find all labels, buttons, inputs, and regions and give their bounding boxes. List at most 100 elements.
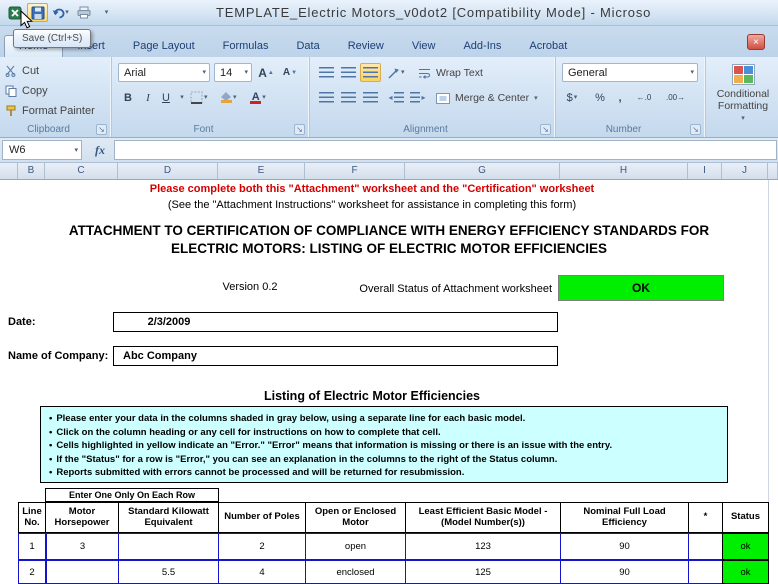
cell-asterisk[interactable] — [688, 533, 723, 560]
ribbon-tab-strip: Home Insert Page Layout Formulas Data Re… — [0, 26, 778, 57]
orientation-button[interactable]: ▾ — [386, 63, 407, 82]
close-icon[interactable]: × — [747, 34, 765, 50]
header-line-no[interactable]: Line No. — [18, 502, 46, 533]
merge-center-button[interactable]: Merge & Center ▾ — [436, 89, 538, 107]
tab-formulas[interactable]: Formulas — [209, 36, 283, 57]
header-asterisk[interactable]: * — [688, 502, 723, 533]
date-label: Date: — [8, 316, 36, 328]
format-painter-button[interactable]: Format Painter — [5, 102, 95, 120]
cell-kilowatt[interactable] — [118, 533, 219, 560]
clipboard-dialog-launcher-icon[interactable]: ↘ — [96, 124, 107, 135]
worksheet: Please complete both this "Attachment" w… — [0, 180, 778, 584]
tab-data[interactable]: Data — [282, 36, 333, 57]
tab-page-layout[interactable]: Page Layout — [119, 36, 209, 57]
header-nominal-efficiency[interactable]: Nominal Full Load Efficiency — [560, 502, 689, 533]
column-header-j[interactable]: J — [722, 163, 768, 179]
print-button[interactable] — [73, 3, 94, 22]
cell-model[interactable]: 123 — [405, 533, 561, 560]
alignment-dialog-launcher-icon[interactable]: ↘ — [540, 124, 551, 135]
cell-efficiency[interactable]: 90 — [560, 560, 689, 584]
wrap-text-button[interactable]: Wrap Text — [418, 64, 483, 82]
font-dialog-launcher-icon[interactable]: ↘ — [294, 124, 305, 135]
bold-button[interactable]: B — [118, 88, 138, 107]
middle-align-button[interactable] — [338, 63, 358, 82]
column-header-c[interactable]: C — [45, 163, 118, 179]
header-basic-model[interactable]: Least Efficient Basic Model - (Model Num… — [405, 502, 561, 533]
fill-color-icon — [220, 92, 232, 103]
table-group-header[interactable]: Enter One Only On Each Row — [45, 488, 219, 502]
top-align-button[interactable] — [316, 63, 336, 82]
cell-poles[interactable]: 4 — [218, 560, 306, 584]
cell-open-enclosed[interactable]: enclosed — [305, 560, 406, 584]
status-badge[interactable]: ok — [722, 560, 769, 584]
qat-customize-button[interactable]: ▾ — [96, 3, 117, 22]
number-format-select[interactable]: General▾ — [562, 63, 698, 82]
decrease-decimal-icon: .00→ — [666, 93, 685, 102]
borders-button[interactable]: ▾ — [188, 88, 210, 107]
cell-efficiency[interactable]: 90 — [560, 533, 689, 560]
accounting-format-button[interactable]: $▾ — [562, 88, 582, 107]
column-header-h[interactable]: H — [560, 163, 688, 179]
cell-horsepower[interactable]: 3 — [45, 533, 119, 560]
column-header-g[interactable]: G — [405, 163, 560, 179]
percent-style-button[interactable]: % — [590, 88, 610, 107]
shrink-font-button[interactable]: A▼ — [280, 63, 300, 82]
header-standard-kilowatt[interactable]: Standard Kilowatt Equivalent — [118, 502, 219, 533]
cell-horsepower[interactable] — [45, 560, 119, 584]
header-number-of-poles[interactable]: Number of Poles — [218, 502, 306, 533]
column-header-i[interactable]: I — [688, 163, 722, 179]
increase-decimal-button[interactable]: ←.0 — [634, 88, 654, 107]
align-right-button[interactable] — [360, 88, 380, 107]
window-title: TEMPLATE_Electric Motors_v0dot2 [Compati… — [216, 5, 778, 20]
decrease-indent-button[interactable]: ◂ — [386, 88, 406, 107]
column-header-e[interactable]: E — [218, 163, 305, 179]
overall-status-cell[interactable]: OK — [558, 275, 724, 301]
tab-view[interactable]: View — [398, 36, 450, 57]
font-group: Arial▾ 14▾ A▲ A▼ B I U ▾ ▾ ▾ — [112, 57, 310, 138]
cut-button[interactable]: Cut — [5, 62, 39, 80]
font-color-icon: A — [250, 92, 261, 104]
formula-input[interactable] — [114, 140, 777, 160]
font-size-select[interactable]: 14▾ — [214, 63, 252, 82]
number-dialog-launcher-icon[interactable]: ↘ — [690, 124, 701, 135]
column-header-d[interactable]: D — [118, 163, 218, 179]
undo-button[interactable]: ▾ — [50, 3, 71, 22]
fill-color-button[interactable]: ▾ — [218, 88, 239, 107]
cell-line-no[interactable]: 2 — [18, 560, 46, 584]
comma-style-button[interactable]: , — [610, 88, 630, 107]
status-badge[interactable]: ok — [722, 533, 769, 560]
conditional-formatting-button[interactable]: Conditional Formatting ▾ — [710, 61, 776, 133]
grow-font-button[interactable]: A▲ — [256, 63, 276, 82]
insert-function-button[interactable]: fx — [88, 140, 112, 160]
header-status[interactable]: Status — [722, 502, 769, 533]
column-header-b[interactable]: B — [18, 163, 45, 179]
header-open-enclosed[interactable]: Open or Enclosed Motor — [305, 502, 406, 533]
column-header-k[interactable] — [768, 163, 778, 179]
cell-line-no[interactable]: 1 — [18, 533, 46, 560]
italic-button[interactable]: I — [138, 88, 158, 107]
company-cell[interactable]: Abc Company — [113, 346, 558, 366]
undo-dropdown-icon[interactable]: ▾ — [65, 9, 69, 16]
copy-button[interactable]: Copy — [5, 82, 48, 100]
name-box[interactable]: W6▾ — [2, 140, 82, 160]
tab-add-ins[interactable]: Add-Ins — [449, 36, 515, 57]
cell-model[interactable]: 125 — [405, 560, 561, 584]
align-center-button[interactable] — [338, 88, 358, 107]
cell-open-enclosed[interactable]: open — [305, 533, 406, 560]
column-header-f[interactable]: F — [305, 163, 405, 179]
font-color-button[interactable]: A ▾ — [248, 88, 268, 107]
date-cell[interactable]: 2/3/2009 — [113, 312, 558, 332]
cell-poles[interactable]: 2 — [218, 533, 306, 560]
cell-asterisk[interactable] — [688, 560, 723, 584]
cell-kilowatt[interactable]: 5.5 — [118, 560, 219, 584]
font-name-select[interactable]: Arial▾ — [118, 63, 210, 82]
tab-review[interactable]: Review — [334, 36, 398, 57]
cut-label: Cut — [22, 65, 39, 77]
tab-acrobat[interactable]: Acrobat — [515, 36, 581, 57]
column-header-a[interactable] — [0, 163, 18, 179]
bottom-align-button[interactable] — [360, 63, 381, 82]
decrease-decimal-button[interactable]: .00→ — [664, 88, 687, 107]
header-motor-horsepower[interactable]: Motor Horsepower — [45, 502, 119, 533]
align-left-button[interactable] — [316, 88, 336, 107]
increase-indent-button[interactable]: ▸ — [408, 88, 428, 107]
